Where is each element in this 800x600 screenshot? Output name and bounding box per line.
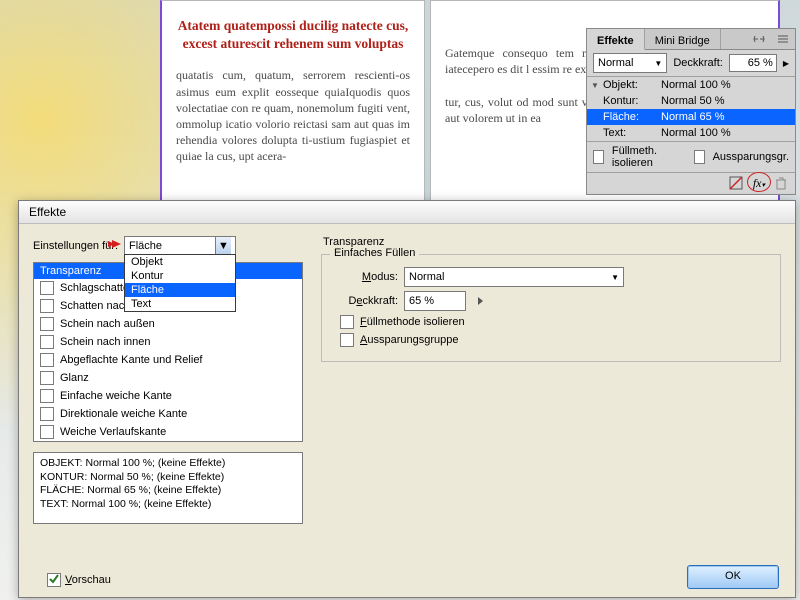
effects-dialog: Effekte Einstellungen für: Fläche ▼ Obje… [18,200,796,598]
effect-checkbox[interactable] [40,407,54,421]
effect-checkbox[interactable] [40,281,54,295]
effect-item[interactable]: Weiche Verlaufskante [34,423,302,441]
effect-label: Einfache weiche Kante [60,390,172,402]
preview-label: Vorschau [65,574,111,586]
isolate-label: Füllmethode isolieren [360,316,465,328]
panel-opacity-label: Deckkraft: [673,57,723,69]
deckkraft-flyout-icon[interactable] [478,297,483,305]
tab-effekte-label: Effekte [597,35,634,47]
effect-label: Transparenz [40,265,101,277]
modus-select[interactable]: Normal ▼ [404,267,624,287]
dropdown-arrow-icon: ▼ [611,273,619,282]
effect-label: Schein nach außen [60,318,155,330]
effect-label: Abgeflachte Kante und Relief [60,354,203,366]
effect-item[interactable]: Schein nach außen [34,315,302,333]
knockout-label: Aussparungsgruppe [360,334,458,346]
panel-menu-icon[interactable] [771,29,795,49]
panel-blend-mode-select[interactable]: Normal ▼ [593,53,667,73]
modus-value: Normal [409,271,444,283]
basic-fill-fieldset: Einfaches Füllen Modus: Normal ▼ Deckkra… [321,254,781,362]
trash-icon[interactable] [775,176,787,191]
modus-label: Modus: [332,271,398,283]
panel-row-label: Kontur: [603,95,661,107]
effect-checkbox[interactable] [40,353,54,367]
panel-knockout-checkbox[interactable] [694,150,705,164]
settings-for-label: Einstellungen für: [33,240,118,252]
panel-row-label: Text: [603,127,661,139]
effect-item[interactable]: Einfache weiche Kante [34,387,302,405]
doc-page-left: Atatem quatempossi ducilig natecte cus, … [160,0,425,205]
panel-row-value: Normal 100 % [661,127,793,139]
disclosure-triangle-icon: ▼ [591,81,599,90]
settings-for-dropdown[interactable]: Fläche ▼ [124,236,236,256]
summary-line: TEXT: Normal 100 %; (keine Effekte) [40,498,296,512]
panel-row-value: Normal 65 % [661,111,793,123]
effect-checkbox[interactable] [40,425,54,439]
effect-label: Weiche Verlaufskante [60,426,166,438]
effect-label: Schein nach innen [60,336,151,348]
effect-label: Glanz [60,372,89,384]
panel-target-list: ▼Objekt:Normal 100 %Kontur:Normal 50 %Fl… [587,76,795,141]
dropdown-arrow-icon: ▼ [654,59,662,68]
effect-checkbox[interactable] [40,299,54,313]
dropdown-option[interactable]: Kontur [125,269,235,283]
panel-isolate-checkbox[interactable] [593,150,604,164]
panel-row-value: Normal 100 % [661,79,793,91]
panel-tabstrip: Effekte Mini Bridge [587,29,795,50]
effect-checkbox[interactable] [40,371,54,385]
settings-for-value: Fläche [129,240,162,252]
effect-checkbox[interactable] [40,317,54,331]
dropdown-option[interactable]: Fläche [125,283,235,297]
knockout-checkbox[interactable] [340,333,354,347]
effect-item[interactable]: Schein nach innen [34,333,302,351]
tab-effekte[interactable]: Effekte [587,29,645,50]
settings-for-option-list: ObjektKonturFlächeText [124,254,236,312]
effects-panel: Effekte Mini Bridge Normal ▼ Deckkraft: … [586,28,796,195]
effects-summary: OBJEKT: Normal 100 %; (keine Effekte)KON… [33,452,303,524]
annotation-red-arrow [112,240,121,248]
panel-row-label: Fläche: [603,111,661,123]
summary-line: KONTUR: Normal 50 %; (keine Effekte) [40,471,296,485]
panel-opacity-value: 65 % [748,57,773,69]
doc-body-left: quatatis cum, quatum, serrorem rescienti… [176,67,410,164]
effect-item[interactable]: Glanz [34,369,302,387]
tab-mini-bridge-label: Mini Bridge [655,35,710,47]
summary-line: FLÄCHE: Normal 65 %; (keine Effekte) [40,484,296,498]
panel-isolate-label: Füllmeth. isolieren [612,145,678,169]
doc-heading: Atatem quatempossi ducilig natecte cus, … [176,17,410,53]
deckkraft-label: Deckkraft: [332,295,398,307]
dropdown-arrow-icon: ▼ [215,237,231,255]
effect-item[interactable]: Abgeflachte Kante und Relief [34,351,302,369]
summary-line: OBJEKT: Normal 100 %; (keine Effekte) [40,457,296,471]
panel-knockout-label: Aussparungsgr. [713,151,789,163]
panel-row-label: Objekt: [603,79,661,91]
panel-target-row[interactable]: ▼ Objekt:Normal 100 % [587,77,795,93]
panel-target-row[interactable]: Text:Normal 100 % [587,125,795,141]
dropdown-option[interactable]: Text [125,297,235,311]
effect-checkbox[interactable] [40,389,54,403]
isolate-checkbox[interactable] [340,315,354,329]
panel-collapse-icon[interactable] [747,29,771,49]
panel-target-row[interactable]: Kontur:Normal 50 % [587,93,795,109]
preview-checkbox[interactable] [47,573,61,587]
deckkraft-value: 65 % [409,295,434,307]
tab-mini-bridge[interactable]: Mini Bridge [645,29,721,49]
effect-item[interactable]: Direktionale weiche Kante [34,405,302,423]
fieldset-legend: Einfaches Füllen [330,247,419,259]
panel-target-row[interactable]: Fläche:Normal 65 % [587,109,795,125]
effect-label: Direktionale weiche Kante [60,408,187,420]
panel-row-value: Normal 50 % [661,95,793,107]
effect-checkbox[interactable] [40,335,54,349]
ok-button[interactable]: OK [687,565,779,589]
panel-blend-mode-value: Normal [598,57,633,69]
fx-icon[interactable]: fx▾ [753,176,765,191]
opacity-flyout-icon[interactable]: ▶ [783,59,789,68]
dialog-title: Effekte [19,201,795,224]
deckkraft-input[interactable]: 65 % [404,291,466,311]
dropdown-option[interactable]: Objekt [125,255,235,269]
clear-effects-icon[interactable] [729,176,743,191]
panel-opacity-input[interactable]: 65 % [729,54,777,72]
